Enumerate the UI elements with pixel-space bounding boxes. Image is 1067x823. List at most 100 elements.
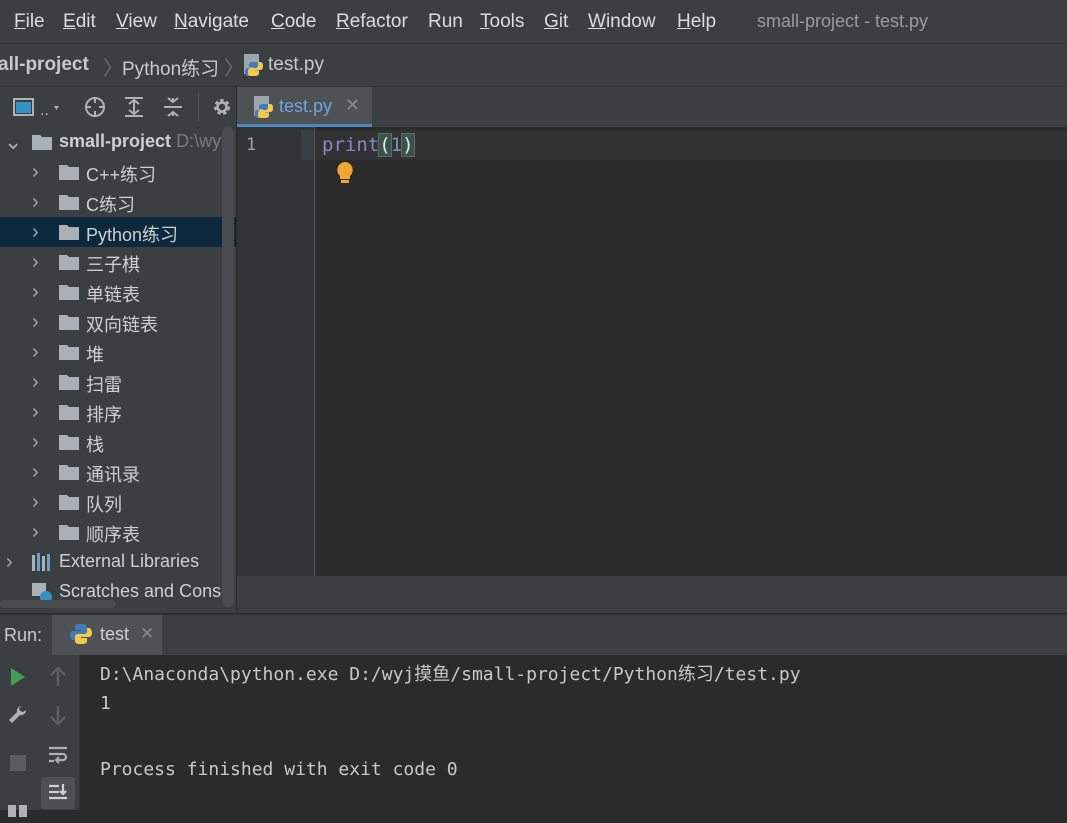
chevron-right-icon: ›: [32, 281, 39, 303]
project-tree: ⌄ small-project D:\wy › C++练习 › C练习 › Python练…: [0, 127, 236, 613]
tree-folder-label: 扫雷: [86, 375, 122, 395]
play-icon: [11, 668, 25, 686]
menu-navigate[interactable]: Navigate: [174, 11, 249, 33]
chevron-right-icon: ›: [6, 551, 13, 573]
chevron-right-icon: ›: [32, 341, 39, 363]
run-label: Run:: [4, 625, 43, 645]
tree-folder-item[interactable]: › 扫雷: [0, 367, 236, 397]
layout-button[interactable]: [4, 795, 32, 823]
lightbulb-icon[interactable]: [335, 161, 355, 190]
tree-folder-label: 栈: [86, 435, 104, 455]
folder-icon: [59, 525, 79, 540]
tree-folder-item[interactable]: › Python练习: [0, 217, 236, 247]
arrow-up-icon: [50, 666, 66, 686]
menu-run[interactable]: Run: [428, 11, 463, 33]
tree-folder-label: C++练习: [86, 165, 157, 185]
project-horizontal-scrollbar[interactable]: [0, 600, 116, 608]
run-settings-button[interactable]: [4, 701, 32, 729]
console-line: 1: [100, 693, 111, 714]
chevron-right-icon: ›: [32, 221, 39, 243]
crosshair-icon: [85, 97, 105, 117]
tree-folder-item[interactable]: › 堆: [0, 337, 236, 367]
tree-folder-item[interactable]: › 双向链表: [0, 307, 236, 337]
breadcrumb-separator-icon: 〉: [103, 58, 123, 80]
gear-icon: [214, 99, 230, 115]
chevron-right-icon: ›: [32, 401, 39, 423]
tree-folder-item[interactable]: › 排序: [0, 397, 236, 427]
code-editor[interactable]: print(1): [315, 127, 1067, 576]
run-tab-label: test: [100, 624, 130, 644]
tree-folder-item[interactable]: › 三子棋: [0, 247, 236, 277]
settings-button[interactable]: [210, 95, 234, 119]
stop-icon: [10, 755, 26, 771]
scroll-down-button[interactable]: [44, 701, 72, 729]
window-title: small-project - test.py: [757, 11, 929, 31]
tree-folder-label: 堆: [86, 345, 104, 365]
menu-git[interactable]: Git: [544, 11, 568, 33]
python-file-icon: [243, 53, 265, 82]
project-view-icon: ..: [13, 98, 59, 119]
folder-icon: [59, 345, 79, 360]
project-view-dropdown[interactable]: ..: [12, 95, 64, 119]
run-panel-header: Run: test ✕: [0, 614, 1067, 655]
tree-folder-label: C练习: [86, 195, 135, 215]
stop-button[interactable]: [4, 749, 32, 777]
tree-folder-label: 队列: [86, 495, 122, 515]
project-toolbar: ..: [0, 87, 236, 127]
code-line[interactable]: print(1): [322, 133, 415, 157]
project-scrollbar[interactable]: [222, 127, 234, 607]
tree-root[interactable]: ⌄ small-project D:\wy: [0, 127, 236, 157]
chevron-right-icon: ›: [32, 461, 39, 483]
tree-folder-item[interactable]: › C++练习: [0, 157, 236, 187]
tab-test-py[interactable]: test.py ✕: [237, 87, 372, 127]
folder-icon: [59, 165, 79, 180]
run-tab-test[interactable]: test ✕: [52, 615, 162, 655]
chevron-right-icon: ›: [32, 491, 39, 513]
menu-view[interactable]: View: [116, 11, 157, 33]
tree-folder-label: 三子棋: [86, 255, 140, 275]
tree-folder-item[interactable]: › 单链表: [0, 277, 236, 307]
python-file-icon: [253, 95, 275, 124]
tree-folder-item[interactable]: › 队列: [0, 487, 236, 517]
tree-folder-label: Python练习: [86, 225, 179, 245]
soft-wrap-icon: [49, 746, 68, 764]
tree-folder-item[interactable]: › 栈: [0, 427, 236, 457]
tree-folder-label: 排序: [86, 405, 122, 425]
folder-icon: [59, 495, 79, 510]
breadcrumb-file[interactable]: test.py: [268, 54, 324, 76]
locate-file-button[interactable]: [83, 95, 107, 119]
tree-folder-label: 顺序表: [86, 525, 140, 545]
collapse-all-button[interactable]: [161, 95, 185, 119]
folder-icon: [59, 255, 79, 270]
tree-folder-label: 通讯录: [86, 465, 140, 485]
menu-refactor[interactable]: Refactor: [336, 11, 408, 33]
tree-folder-item[interactable]: › 顺序表: [0, 517, 236, 547]
scroll-to-end-button[interactable]: [41, 777, 75, 809]
breadcrumb-folder[interactable]: Python练习: [122, 54, 219, 81]
folder-icon: [59, 285, 79, 300]
rerun-button[interactable]: [4, 663, 32, 691]
menu-help[interactable]: Help: [677, 11, 716, 33]
expand-all-button[interactable]: [122, 95, 146, 119]
tab-label: test.py: [279, 96, 333, 116]
console-output[interactable]: D:\Anaconda\python.exe D:/wyj摸鱼/small-pr…: [80, 655, 1067, 810]
layout-icon: [8, 805, 27, 817]
breadcrumb-separator-icon: 〉: [224, 58, 244, 80]
close-icon[interactable]: ✕: [140, 624, 154, 644]
close-icon[interactable]: ✕: [345, 95, 360, 116]
breadcrumb-project[interactable]: all-project: [0, 54, 89, 76]
menu-edit[interactable]: Edit: [63, 11, 96, 33]
breadcrumb: all-project 〉 Python练习 〉 test.py: [0, 44, 1067, 87]
menu-tools[interactable]: Tools: [480, 11, 524, 33]
tree-folder-item[interactable]: › C练习: [0, 187, 236, 217]
scroll-up-button[interactable]: [44, 663, 72, 691]
menu-file[interactable]: File: [14, 11, 45, 33]
soft-wrap-button[interactable]: [44, 741, 72, 769]
editor-gutter: 1: [237, 127, 315, 576]
tree-item-external-libraries[interactable]: › External Libraries: [0, 547, 236, 577]
tree-folder-item[interactable]: › 通讯录: [0, 457, 236, 487]
menu-code[interactable]: Code: [271, 11, 316, 33]
menu-window[interactable]: Window: [588, 11, 656, 33]
editor-bottom-area: [237, 576, 1067, 613]
gutter-current-line: [301, 130, 314, 160]
